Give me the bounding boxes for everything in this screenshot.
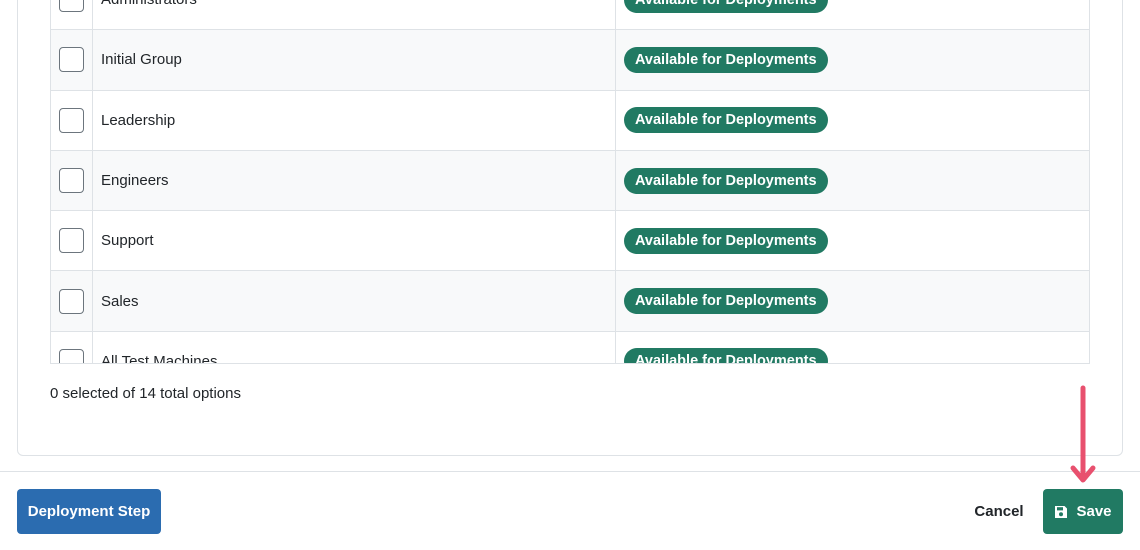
footer-divider <box>0 471 1140 472</box>
table-row: Sales Available for Deployments <box>51 270 1089 331</box>
checkbox-cell <box>51 0 93 30</box>
table-row: Administrators Available for Deployments <box>51 0 1089 30</box>
status-badge: Available for Deployments <box>624 348 828 363</box>
row-checkbox[interactable] <box>59 47 84 73</box>
status-cell: Available for Deployments <box>616 91 1089 150</box>
group-name: Sales <box>93 271 616 331</box>
group-name: Support <box>93 211 616 271</box>
status-cell: Available for Deployments <box>616 0 1089 29</box>
group-name: Administrators <box>93 0 616 30</box>
row-checkbox[interactable] <box>59 0 84 13</box>
floppy-disk-icon <box>1055 505 1068 518</box>
save-button[interactable]: Save <box>1043 489 1123 534</box>
row-checkbox[interactable] <box>59 107 84 133</box>
status-badge: Available for Deployments <box>624 107 828 134</box>
selection-summary: 0 selected of 14 total options <box>50 385 241 402</box>
table-row: All Test Machines Available for Deployme… <box>51 330 1089 363</box>
table-row: Initial Group Available for Deployments <box>51 29 1089 90</box>
table-row: Support Available for Deployments <box>51 210 1089 271</box>
status-badge: Available for Deployments <box>624 0 828 13</box>
table-row: Leadership Available for Deployments <box>51 89 1089 150</box>
checkbox-cell <box>51 271 93 331</box>
cancel-button[interactable]: Cancel <box>966 489 1032 534</box>
save-button-label: Save <box>1076 503 1112 520</box>
groups-table-body: Administrators Available for Deployments… <box>51 0 1089 363</box>
status-cell: Available for Deployments <box>616 211 1089 270</box>
row-checkbox[interactable] <box>59 228 84 254</box>
arrow-down-annotation-icon <box>1070 385 1096 483</box>
row-checkbox[interactable] <box>59 168 84 194</box>
status-cell: Available for Deployments <box>616 271 1089 330</box>
row-checkbox[interactable] <box>59 288 84 314</box>
checkbox-cell <box>51 150 93 211</box>
status-cell: Available for Deployments <box>616 30 1089 89</box>
groups-table[interactable]: Administrators Available for Deployments… <box>50 0 1090 364</box>
group-name: All Test Machines <box>93 331 616 363</box>
group-name: Engineers <box>93 150 616 211</box>
status-cell: Available for Deployments <box>616 332 1089 363</box>
status-badge: Available for Deployments <box>624 167 828 194</box>
status-badge: Available for Deployments <box>624 46 828 73</box>
deployment-step-button[interactable]: Deployment Step <box>17 489 161 534</box>
group-name: Initial Group <box>93 30 616 90</box>
checkbox-cell <box>51 90 93 150</box>
status-cell: Available for Deployments <box>616 151 1089 210</box>
row-checkbox[interactable] <box>59 348 84 363</box>
checkbox-cell <box>51 30 93 90</box>
status-badge: Available for Deployments <box>624 288 828 315</box>
status-badge: Available for Deployments <box>624 227 828 254</box>
checkbox-cell <box>51 211 93 271</box>
checkbox-cell <box>51 331 93 363</box>
group-name: Leadership <box>93 90 616 150</box>
table-row: Engineers Available for Deployments <box>51 149 1089 211</box>
